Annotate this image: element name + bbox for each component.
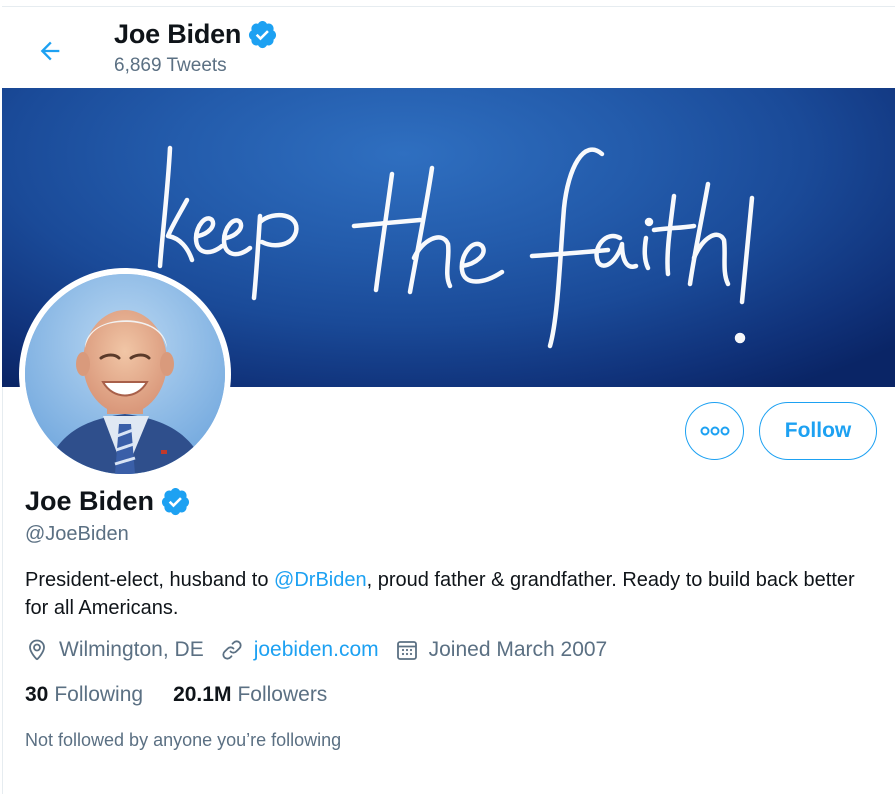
bio-mention-link[interactable]: @DrBiden [274, 569, 367, 591]
profile-location: Wilmington, DE [25, 638, 204, 662]
profile-stats: 30 Following 20.1M Followers [25, 683, 357, 707]
following-stat[interactable]: 30 Following [25, 683, 143, 707]
following-count: 30 [25, 683, 49, 706]
back-arrow-icon [40, 41, 60, 61]
profile-name-row: Joe Biden [25, 486, 191, 517]
calendar-icon [396, 641, 417, 660]
back-button[interactable] [28, 29, 72, 73]
profile-bio: President-elect, husband to @DrBiden, pr… [25, 566, 865, 622]
followers-count: 20.1M [173, 683, 232, 706]
profile-name: Joe Biden [25, 486, 155, 516]
header-tweet-count: 6,869 Tweets [114, 55, 227, 76]
follow-button[interactable]: Follow [759, 402, 877, 460]
social-context: Not followed by anyone you’re following [25, 730, 342, 750]
followers-label: Followers [237, 683, 328, 706]
bio-text-start: President-elect, husband to [25, 569, 275, 591]
followers-stat[interactable]: 20.1M Followers [173, 683, 327, 707]
following-label: Following [54, 683, 144, 706]
location-icon [29, 639, 45, 661]
verified-badge-icon [161, 487, 190, 516]
more-options-button[interactable] [685, 402, 744, 460]
header-title: Joe Biden [114, 19, 278, 50]
profile-meta: Wilmington, DE joebiden.com Joined March… [25, 638, 623, 662]
more-options-icon [700, 426, 729, 436]
profile-handle: @JoeBiden [25, 523, 129, 545]
header-name: Joe Biden [114, 19, 242, 49]
avatar-photo [25, 274, 225, 474]
link-icon [222, 640, 242, 660]
profile-joined: Joined March 2007 [395, 638, 608, 662]
profile-avatar[interactable] [19, 268, 231, 480]
joined-text: Joined March 2007 [428, 638, 608, 661]
profile-website[interactable]: joebiden.com [220, 638, 379, 662]
verified-badge-icon [249, 20, 277, 49]
website-link[interactable]: joebiden.com [254, 638, 379, 662]
location-text: Wilmington, DE [59, 638, 204, 661]
profile-header-bar: Joe Biden 6,869 Tweets [2, 7, 895, 88]
